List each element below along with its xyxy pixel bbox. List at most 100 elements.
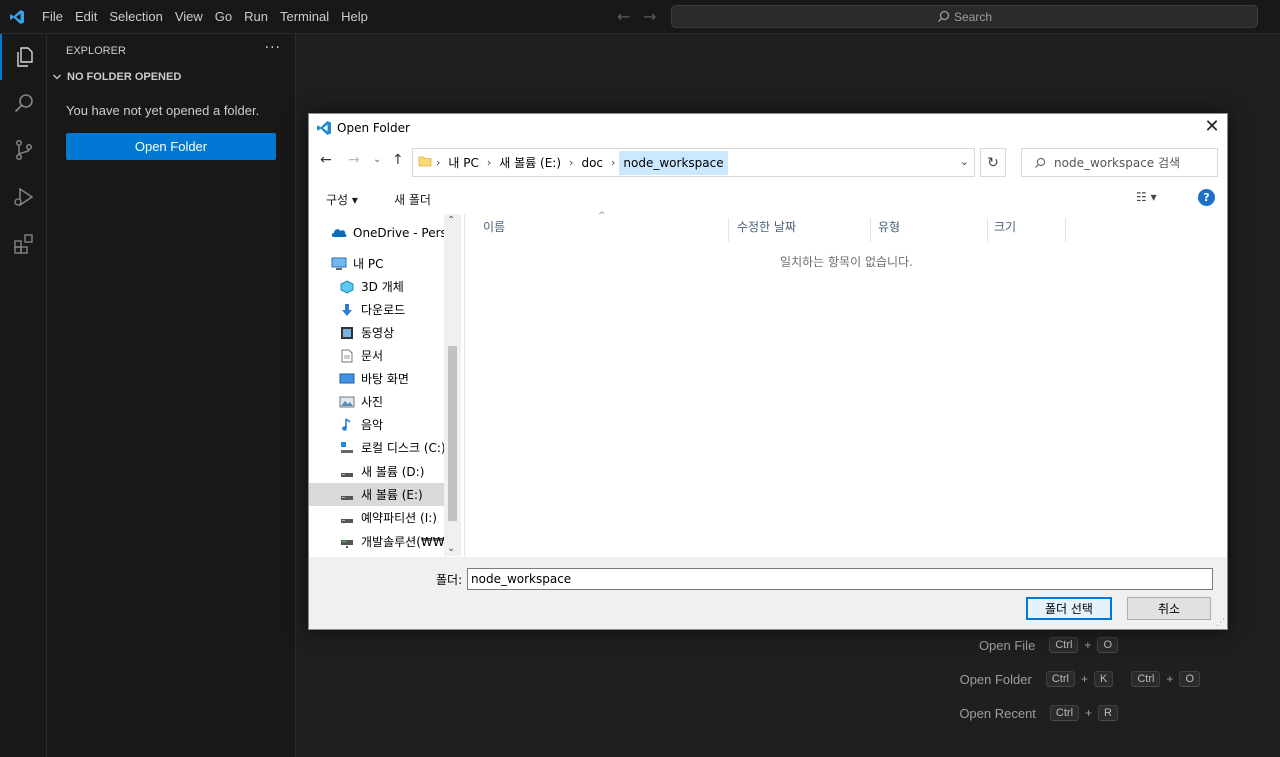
file-list: ^ 이름 수정한 날짜 유형 크기 일치하는 항목이 없습니다. <box>464 211 1227 556</box>
nav-item-label: 문서 <box>361 349 384 363</box>
back-arrow-icon[interactable]: ← <box>320 152 332 168</box>
nav-item-this-pc[interactable]: 내 PC <box>331 252 383 275</box>
extensions-icon[interactable] <box>0 221 47 267</box>
menu-selection[interactable]: Selection <box>103 0 168 34</box>
breadcrumb-doc[interactable]: doc <box>577 156 607 170</box>
keybinding-plus: + <box>1084 638 1092 652</box>
search-placeholder: node_workspace 검색 <box>1054 156 1181 170</box>
music-icon <box>339 417 355 433</box>
nav-item-label: 새 볼륨 (E:) <box>361 488 423 502</box>
menu-terminal[interactable]: Terminal <box>274 0 335 34</box>
column-type[interactable]: 유형 <box>872 218 988 242</box>
organize-menu[interactable]: 구성 ▾ <box>326 191 358 208</box>
drive-icon <box>339 440 355 456</box>
search-icon[interactable] <box>0 81 47 127</box>
nav-item-downloads[interactable]: 다운로드 <box>339 298 405 321</box>
scroll-down-icon[interactable]: ⌄ <box>447 543 455 554</box>
navigation-pane: OneDrive - Person 내 PC 3D 개체 다운로드 동영상 문서… <box>309 214 460 556</box>
onedrive-icon <box>331 225 347 241</box>
hint-open-file: Open File Ctrl + O <box>979 637 1200 653</box>
nav-item-drive-d[interactable]: 새 볼륨 (D:) <box>339 460 424 483</box>
chevron-down-icon <box>53 74 61 80</box>
nav-item-label: 바탕 화면 <box>361 372 409 386</box>
no-folder-section-header[interactable]: NO FOLDER OPENED <box>51 71 181 83</box>
nav-item-label: 사진 <box>361 395 384 409</box>
nav-item-documents[interactable]: 문서 <box>339 344 383 367</box>
column-name[interactable]: 이름 <box>477 218 729 242</box>
folder-search-input[interactable]: node_workspace 검색 <box>1021 148 1218 177</box>
menu-file[interactable]: File <box>36 0 69 34</box>
drive-icon <box>339 487 355 503</box>
pc-icon <box>331 256 347 272</box>
menu-go[interactable]: Go <box>209 0 238 34</box>
menu-edit[interactable]: Edit <box>69 0 103 34</box>
nav-item-label: 3D 개체 <box>361 280 404 294</box>
more-actions-icon[interactable]: ··· <box>265 40 281 56</box>
nav-item-onedrive[interactable]: OneDrive - Person <box>331 221 460 244</box>
dialog-toolbar: 구성 ▾ 새 폴더 ☷ ▾ ? <box>309 184 1227 214</box>
breadcrumb-pc[interactable]: 내 PC <box>444 154 482 171</box>
cancel-button[interactable]: 취소 <box>1127 597 1211 620</box>
nav-item-drive-c[interactable]: 로컬 디스크 (C:) <box>339 436 446 459</box>
view-options-icon[interactable]: ☷ ▾ <box>1136 190 1157 204</box>
title-bar: File Edit Selection View Go Run Terminal… <box>0 0 1280 34</box>
nav-item-label: 개발솔루션(₩₩1 <box>361 535 453 549</box>
nav-item-music[interactable]: 음악 <box>339 413 383 436</box>
command-center-search[interactable]: Search <box>671 5 1258 28</box>
column-size[interactable]: 크기 <box>988 218 1066 242</box>
empty-folder-message: 일치하는 항목이 없습니다. <box>780 255 913 269</box>
nav-item-desktop[interactable]: 바탕 화면 <box>339 367 409 390</box>
nav-item-label: 음악 <box>361 418 384 432</box>
scroll-up-icon[interactable]: ⌃ <box>447 215 455 226</box>
scrollbar-thumb[interactable] <box>448 346 457 521</box>
hint-open-folder: Open Folder Ctrl + K Ctrl + O <box>960 671 1200 687</box>
folder-icon <box>418 154 432 171</box>
resize-grip-icon[interactable]: ⋰ <box>1216 618 1225 628</box>
chevron-down-icon[interactable]: ⌄ <box>960 155 969 168</box>
breadcrumb-volume-e[interactable]: 새 볼륨 (E:) <box>495 154 565 171</box>
select-folder-button[interactable]: 폴더 선택 <box>1026 597 1112 620</box>
activity-bar <box>0 34 47 757</box>
forward-arrow-icon[interactable]: → <box>348 152 360 168</box>
vscode-logo-icon[interactable] <box>0 0 34 34</box>
nav-item-label: 새 볼륨 (D:) <box>361 465 425 479</box>
breadcrumb-current[interactable]: node_workspace <box>619 150 728 175</box>
menu-help[interactable]: Help <box>335 0 374 34</box>
dialog-footer: 폴더: node_workspace 폴더 선택 취소 ⋰ <box>309 557 1227 629</box>
navigation-scrollbar[interactable]: ⌃ ⌄ <box>444 214 461 556</box>
drive-icon <box>339 510 355 526</box>
menu-run[interactable]: Run <box>238 0 274 34</box>
keybinding-key: Ctrl <box>1131 671 1161 687</box>
keybinding-key: O <box>1097 637 1118 653</box>
nav-item-videos[interactable]: 동영상 <box>339 321 394 344</box>
close-icon[interactable]: ✕ <box>1201 116 1223 138</box>
explorer-icon[interactable] <box>0 34 47 80</box>
open-folder-button[interactable]: Open Folder <box>66 133 276 160</box>
back-arrow-icon[interactable]: ← <box>617 7 630 26</box>
nav-item-label: 예약파티션 (I:) <box>361 511 437 525</box>
nav-item-label: 동영상 <box>361 326 395 340</box>
drive-icon <box>339 464 355 480</box>
new-folder-button[interactable]: 새 폴더 <box>394 191 431 208</box>
breadcrumb-separator: › <box>569 156 574 169</box>
up-arrow-icon[interactable]: ↑ <box>392 152 404 168</box>
hint-label: Open Recent <box>959 705 1036 721</box>
column-date-modified[interactable]: 수정한 날짜 <box>731 218 871 242</box>
run-debug-icon[interactable] <box>0 174 47 220</box>
recent-locations-chevron-icon[interactable]: ⌄ <box>373 154 381 165</box>
nav-item-pictures[interactable]: 사진 <box>339 390 383 413</box>
keybinding-plus: + <box>1085 706 1093 720</box>
forward-arrow-icon[interactable]: → <box>643 7 656 26</box>
menu-view[interactable]: View <box>169 0 209 34</box>
folder-name-input[interactable]: node_workspace <box>467 568 1213 590</box>
nav-item-drive-e[interactable]: 새 볼륨 (E:) <box>309 483 444 506</box>
nav-item-3d-objects[interactable]: 3D 개체 <box>339 275 404 298</box>
help-icon[interactable]: ? <box>1198 189 1215 206</box>
source-control-icon[interactable] <box>0 127 47 173</box>
nav-item-drive-i[interactable]: 예약파티션 (I:) <box>339 506 437 529</box>
dialog-title: Open Folder <box>337 121 410 135</box>
hint-open-recent: Open Recent Ctrl + R <box>959 705 1200 721</box>
address-bar[interactable]: › 내 PC › 새 볼륨 (E:) › doc › node_workspac… <box>412 148 975 177</box>
refresh-icon[interactable]: ↻ <box>980 148 1006 177</box>
nav-item-network-drive[interactable]: 개발솔루션(₩₩1 <box>339 530 452 553</box>
